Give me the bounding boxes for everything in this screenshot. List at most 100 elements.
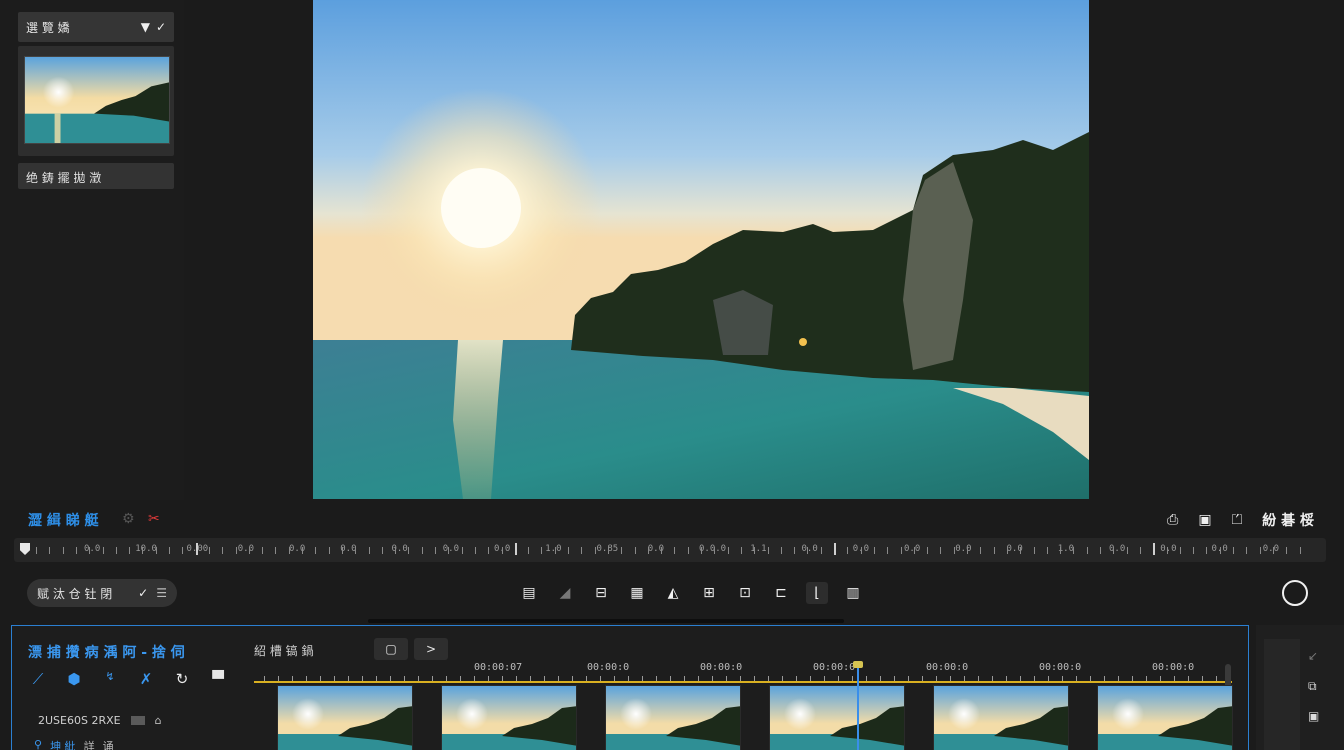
ruler-label: 10.0 bbox=[135, 544, 157, 554]
program-monitor[interactable] bbox=[313, 0, 1089, 499]
ruler-label: 0.0 bbox=[1109, 544, 1126, 554]
record-button[interactable] bbox=[1282, 580, 1308, 606]
layers-icon[interactable]: ⧉ bbox=[1308, 679, 1317, 694]
playhead-marker[interactable] bbox=[20, 543, 30, 555]
ruler-label: 0.0 bbox=[801, 544, 818, 554]
audio-icon[interactable]: ⚲ bbox=[34, 738, 42, 750]
mark-in-icon[interactable]: ▤ bbox=[518, 582, 540, 604]
ruler-tick bbox=[1086, 547, 1088, 554]
monitor-time-ruler[interactable]: 0.010.00.000.00.00.00.00.00.01.00.850.00… bbox=[14, 538, 1326, 562]
ruler-tick bbox=[474, 547, 476, 554]
timeline-ruler-label: 00:00:07 bbox=[474, 662, 523, 673]
ruler-tick bbox=[169, 547, 170, 554]
ruler-tick bbox=[860, 547, 862, 554]
ruler-tick bbox=[953, 547, 955, 554]
work-area-bar[interactable] bbox=[254, 681, 1232, 683]
ruler-tick bbox=[1153, 543, 1156, 555]
ruler-tick bbox=[807, 547, 809, 554]
timeline-ruler-label: 00:00:0 bbox=[1039, 662, 1082, 673]
ruler-tick bbox=[288, 547, 290, 554]
ruler-tick bbox=[847, 547, 849, 554]
settings-icon[interactable]: ⚙ bbox=[122, 511, 135, 527]
ruler-tick bbox=[368, 547, 370, 554]
fit-select[interactable]: 赋 汰 仓 钍 閉 ✓ ☰ bbox=[27, 579, 177, 607]
export-icon[interactable]: ▥ bbox=[842, 582, 864, 604]
fit-select-check: ✓ bbox=[138, 586, 149, 600]
link-icon[interactable]: ↻ bbox=[174, 670, 190, 688]
ruler-tick bbox=[1073, 547, 1075, 554]
ruler-tick bbox=[435, 547, 436, 554]
video-clip[interactable] bbox=[1097, 685, 1233, 750]
lock-icon[interactable]: ⏍ bbox=[1232, 512, 1243, 528]
ruler-tick bbox=[621, 547, 623, 554]
step-back-icon[interactable]: ⊟ bbox=[590, 582, 612, 604]
filter-icon[interactable]: ▼ bbox=[141, 20, 150, 34]
video-clip[interactable] bbox=[277, 685, 413, 750]
preview-image bbox=[313, 0, 1089, 499]
ruler-tick bbox=[1206, 547, 1208, 554]
ruler-tick bbox=[687, 547, 689, 554]
ruler-tick bbox=[993, 547, 995, 554]
side-tools-panel: ↙ ⧉ ▣ bbox=[1256, 625, 1344, 750]
lock-track-icon[interactable]: ⌂ bbox=[155, 714, 162, 727]
video-clip[interactable] bbox=[933, 685, 1069, 750]
play-sequence-button[interactable]: > bbox=[414, 638, 448, 660]
ruler-tick bbox=[554, 547, 556, 554]
ruler-tick bbox=[794, 547, 796, 554]
timeline-playhead-handle[interactable] bbox=[853, 661, 863, 668]
insert-icon[interactable]: ⊏ bbox=[770, 582, 792, 604]
timeline-playhead[interactable] bbox=[857, 664, 859, 750]
screen-icon[interactable]: ▣ bbox=[1198, 512, 1211, 528]
play-icon[interactable]: ◭ bbox=[662, 582, 684, 604]
timeline-panel: 漂 捕 攢 病 渪 阿 - 捨 伺 ⟋ ⬢ ↯ ✗ ↻ ▀ 2USE60S 2R… bbox=[11, 625, 1249, 750]
ruler-tick bbox=[1166, 547, 1168, 554]
ruler-tick bbox=[820, 547, 822, 554]
mark-out-icon[interactable]: ◢ bbox=[554, 582, 576, 604]
snap-button[interactable]: ▢ bbox=[374, 638, 408, 660]
ruler-tick bbox=[913, 547, 915, 554]
media-panel-header[interactable]: 選 覽 嬌 ▼ ✓ bbox=[18, 12, 174, 42]
video-clip[interactable] bbox=[605, 685, 741, 750]
loop-icon[interactable]: ⊡ bbox=[734, 582, 756, 604]
video-clip[interactable] bbox=[441, 685, 577, 750]
overwrite-icon[interactable]: ⌊ bbox=[806, 582, 828, 604]
ruler-label: 0.0 bbox=[904, 544, 921, 554]
horizontal-scrollbar[interactable] bbox=[368, 619, 844, 623]
ruler-tick bbox=[115, 547, 117, 554]
ruler-tick bbox=[541, 547, 543, 554]
ruler-tick bbox=[661, 547, 663, 554]
pen-icon[interactable]: ⟋ bbox=[30, 670, 46, 688]
ruler-label: 0.0 bbox=[1262, 544, 1280, 554]
ruler-tick bbox=[142, 547, 144, 554]
step-forward-icon[interactable]: ⊞ bbox=[698, 582, 720, 604]
export-frame-icon[interactable]: ⎙ bbox=[1167, 512, 1178, 528]
collapse-icon[interactable]: ↙ bbox=[1308, 649, 1318, 663]
frame-icon[interactable]: ▦ bbox=[626, 582, 648, 604]
ruler-tick bbox=[1126, 547, 1128, 554]
ruler-tick bbox=[315, 547, 317, 554]
razor-icon[interactable]: ↯ bbox=[102, 670, 118, 688]
brush-icon[interactable]: ⬢ bbox=[66, 670, 82, 688]
monitor-settings-label[interactable]: 紛 碁 桵 bbox=[1262, 510, 1314, 530]
media-panel: 選 覽 嬌 ▼ ✓ 绝 鋳 擺 拋 澂 bbox=[0, 0, 184, 500]
check-icon[interactable]: ✓ bbox=[156, 20, 166, 34]
cut-icon[interactable]: ✂ bbox=[148, 511, 160, 527]
ruler-tick bbox=[780, 547, 782, 554]
video-clip[interactable] bbox=[769, 685, 905, 750]
ruler-tick bbox=[900, 547, 902, 554]
ruler-tick bbox=[754, 547, 756, 554]
track-toggle[interactable] bbox=[130, 716, 145, 725]
calendar-icon[interactable]: ▣ bbox=[1308, 709, 1319, 723]
ruler-tick bbox=[1272, 547, 1274, 554]
media-clip-card[interactable] bbox=[18, 46, 174, 156]
ruler-tick bbox=[448, 547, 450, 554]
marker-icon[interactable]: ▀ bbox=[210, 670, 226, 688]
ruler-tick bbox=[634, 547, 636, 554]
ruler-tick bbox=[980, 547, 982, 554]
audio-meter bbox=[1264, 639, 1300, 750]
list-icon[interactable]: ☰ bbox=[156, 586, 167, 600]
wrench-icon[interactable]: ✗ bbox=[138, 670, 154, 688]
ruler-tick bbox=[967, 547, 968, 554]
ruler-tick bbox=[182, 547, 184, 554]
fit-select-value: 赋 汰 仓 钍 閉 bbox=[37, 586, 113, 601]
